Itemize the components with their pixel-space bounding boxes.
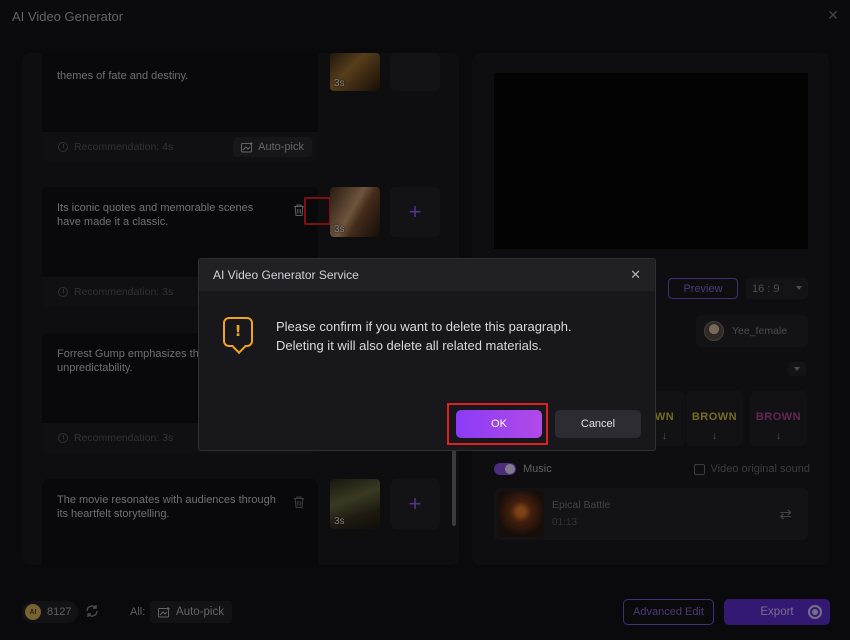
dialog-message-line: Deleting it will also delete all related… bbox=[276, 338, 542, 353]
highlight-box bbox=[447, 403, 548, 445]
dialog-message-line: Please confirm if you want to delete thi… bbox=[276, 319, 572, 334]
dialog-message: Please confirm if you want to delete thi… bbox=[276, 317, 572, 355]
dialog-title: AI Video Generator Service bbox=[213, 268, 359, 282]
warning-icon bbox=[223, 317, 253, 347]
cancel-button[interactable]: Cancel bbox=[555, 410, 641, 438]
confirm-dialog: AI Video Generator Service ✕ Please conf… bbox=[198, 258, 656, 451]
close-icon[interactable]: ✕ bbox=[630, 268, 641, 281]
dialog-header: AI Video Generator Service bbox=[199, 259, 655, 291]
